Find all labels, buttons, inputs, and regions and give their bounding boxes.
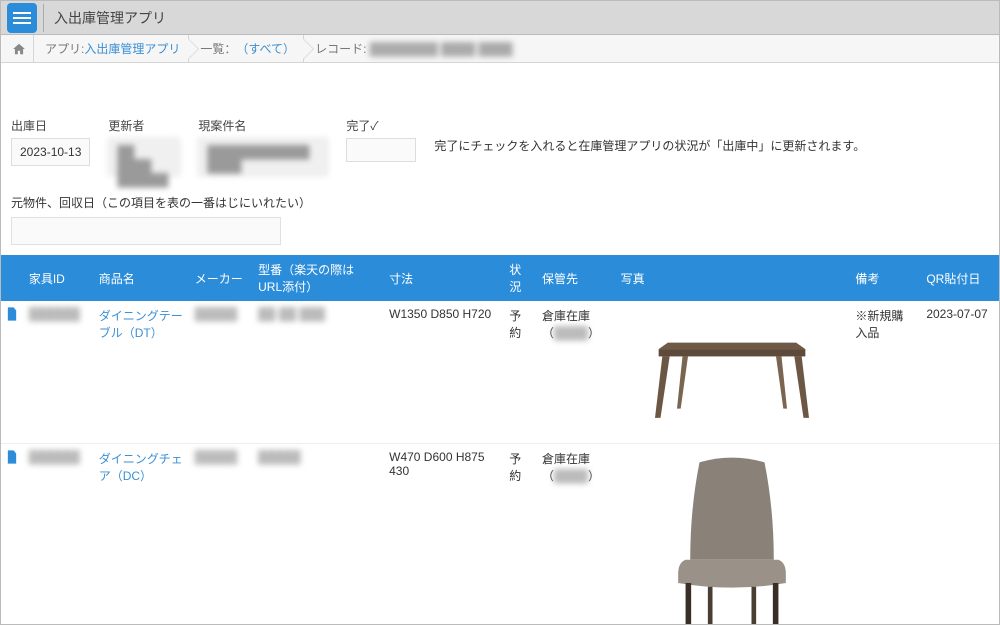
field-anken: 現案件名 ████████████ ████: [198, 117, 328, 176]
th-memo[interactable]: 備考: [849, 255, 920, 301]
field-updater: 更新者 ██ ████ ██████: [108, 117, 180, 176]
th-store[interactable]: 保管先: [536, 255, 615, 301]
section2-label: 元物件、回収日（この項目を表の一番はじにいれたい）: [1, 184, 999, 215]
product-name-link[interactable]: ダイニングテーブル（DT）: [99, 309, 183, 340]
th-size[interactable]: 寸法: [383, 255, 503, 301]
table-row[interactable]: ██████ ダイニングチェア（DC） █████ █████ W470 D60…: [1, 444, 999, 625]
breadcrumb-record: レコード: ████████ ████ ████: [303, 35, 520, 63]
th-name[interactable]: 商品名: [93, 255, 189, 301]
th-model[interactable]: 型番（楽天の際はURL添付）: [252, 255, 383, 301]
field-kanryo: 完了✓: [346, 117, 416, 162]
th-status[interactable]: 状況: [503, 255, 536, 301]
breadcrumb-app-link[interactable]: 入出庫管理アプリ: [84, 40, 180, 57]
content-area: 出庫日 2023-10-13 更新者 ██ ████ ██████ 現案件名 █…: [1, 63, 999, 624]
table-row[interactable]: ██████ ダイニングテーブル（DT） █████ ██-██ ███ W13…: [1, 301, 999, 444]
form-row: 出庫日 2023-10-13 更新者 ██ ████ ██████ 現案件名 █…: [1, 115, 999, 184]
breadcrumb-view-link[interactable]: （すべて）: [236, 40, 295, 57]
breadcrumb: アプリ: 入出庫管理アプリ 一覧： （すべて） レコード: ████████ █…: [1, 35, 999, 63]
row-icon[interactable]: [1, 444, 23, 625]
product-photo[interactable]: [621, 450, 844, 624]
th-maker[interactable]: メーカー: [189, 255, 252, 301]
kanryo-note: 完了にチェックを入れると在庫管理アプリの状況が「出庫中」に更新されます。: [434, 117, 865, 154]
product-name-link[interactable]: ダイニングチェア（DC）: [99, 452, 183, 483]
breadcrumb-view[interactable]: 一覧： （すべて）: [188, 35, 303, 63]
chair-image-icon: [642, 453, 822, 625]
app-title: 入出庫管理アプリ: [54, 8, 166, 28]
section2-input[interactable]: [11, 217, 281, 245]
field-shukko-date: 出庫日 2023-10-13: [11, 117, 90, 166]
th-id[interactable]: 家具ID: [23, 255, 93, 301]
table-image-icon: [632, 317, 832, 427]
th-qr[interactable]: QR貼付日: [920, 255, 999, 301]
titlebar: 入出庫管理アプリ: [1, 1, 999, 35]
product-photo[interactable]: [621, 307, 844, 437]
breadcrumb-app[interactable]: アプリ: 入出庫管理アプリ: [33, 35, 188, 63]
th-photo[interactable]: 写真: [615, 255, 850, 301]
furniture-table: 家具ID 商品名 メーカー 型番（楽天の際はURL添付） 寸法 状況 保管先 写…: [1, 255, 999, 624]
updater-value[interactable]: ██ ████ ██████: [108, 138, 180, 176]
home-icon[interactable]: [11, 41, 27, 57]
row-icon[interactable]: [1, 301, 23, 444]
table-header: 家具ID 商品名 メーカー 型番（楽天の際はURL添付） 寸法 状況 保管先 写…: [1, 255, 999, 301]
anken-value[interactable]: ████████████ ████: [198, 138, 328, 176]
hamburger-menu-button[interactable]: [7, 3, 37, 33]
shukko-date-value[interactable]: 2023-10-13: [11, 138, 90, 166]
kanryo-checkbox[interactable]: [346, 138, 416, 162]
